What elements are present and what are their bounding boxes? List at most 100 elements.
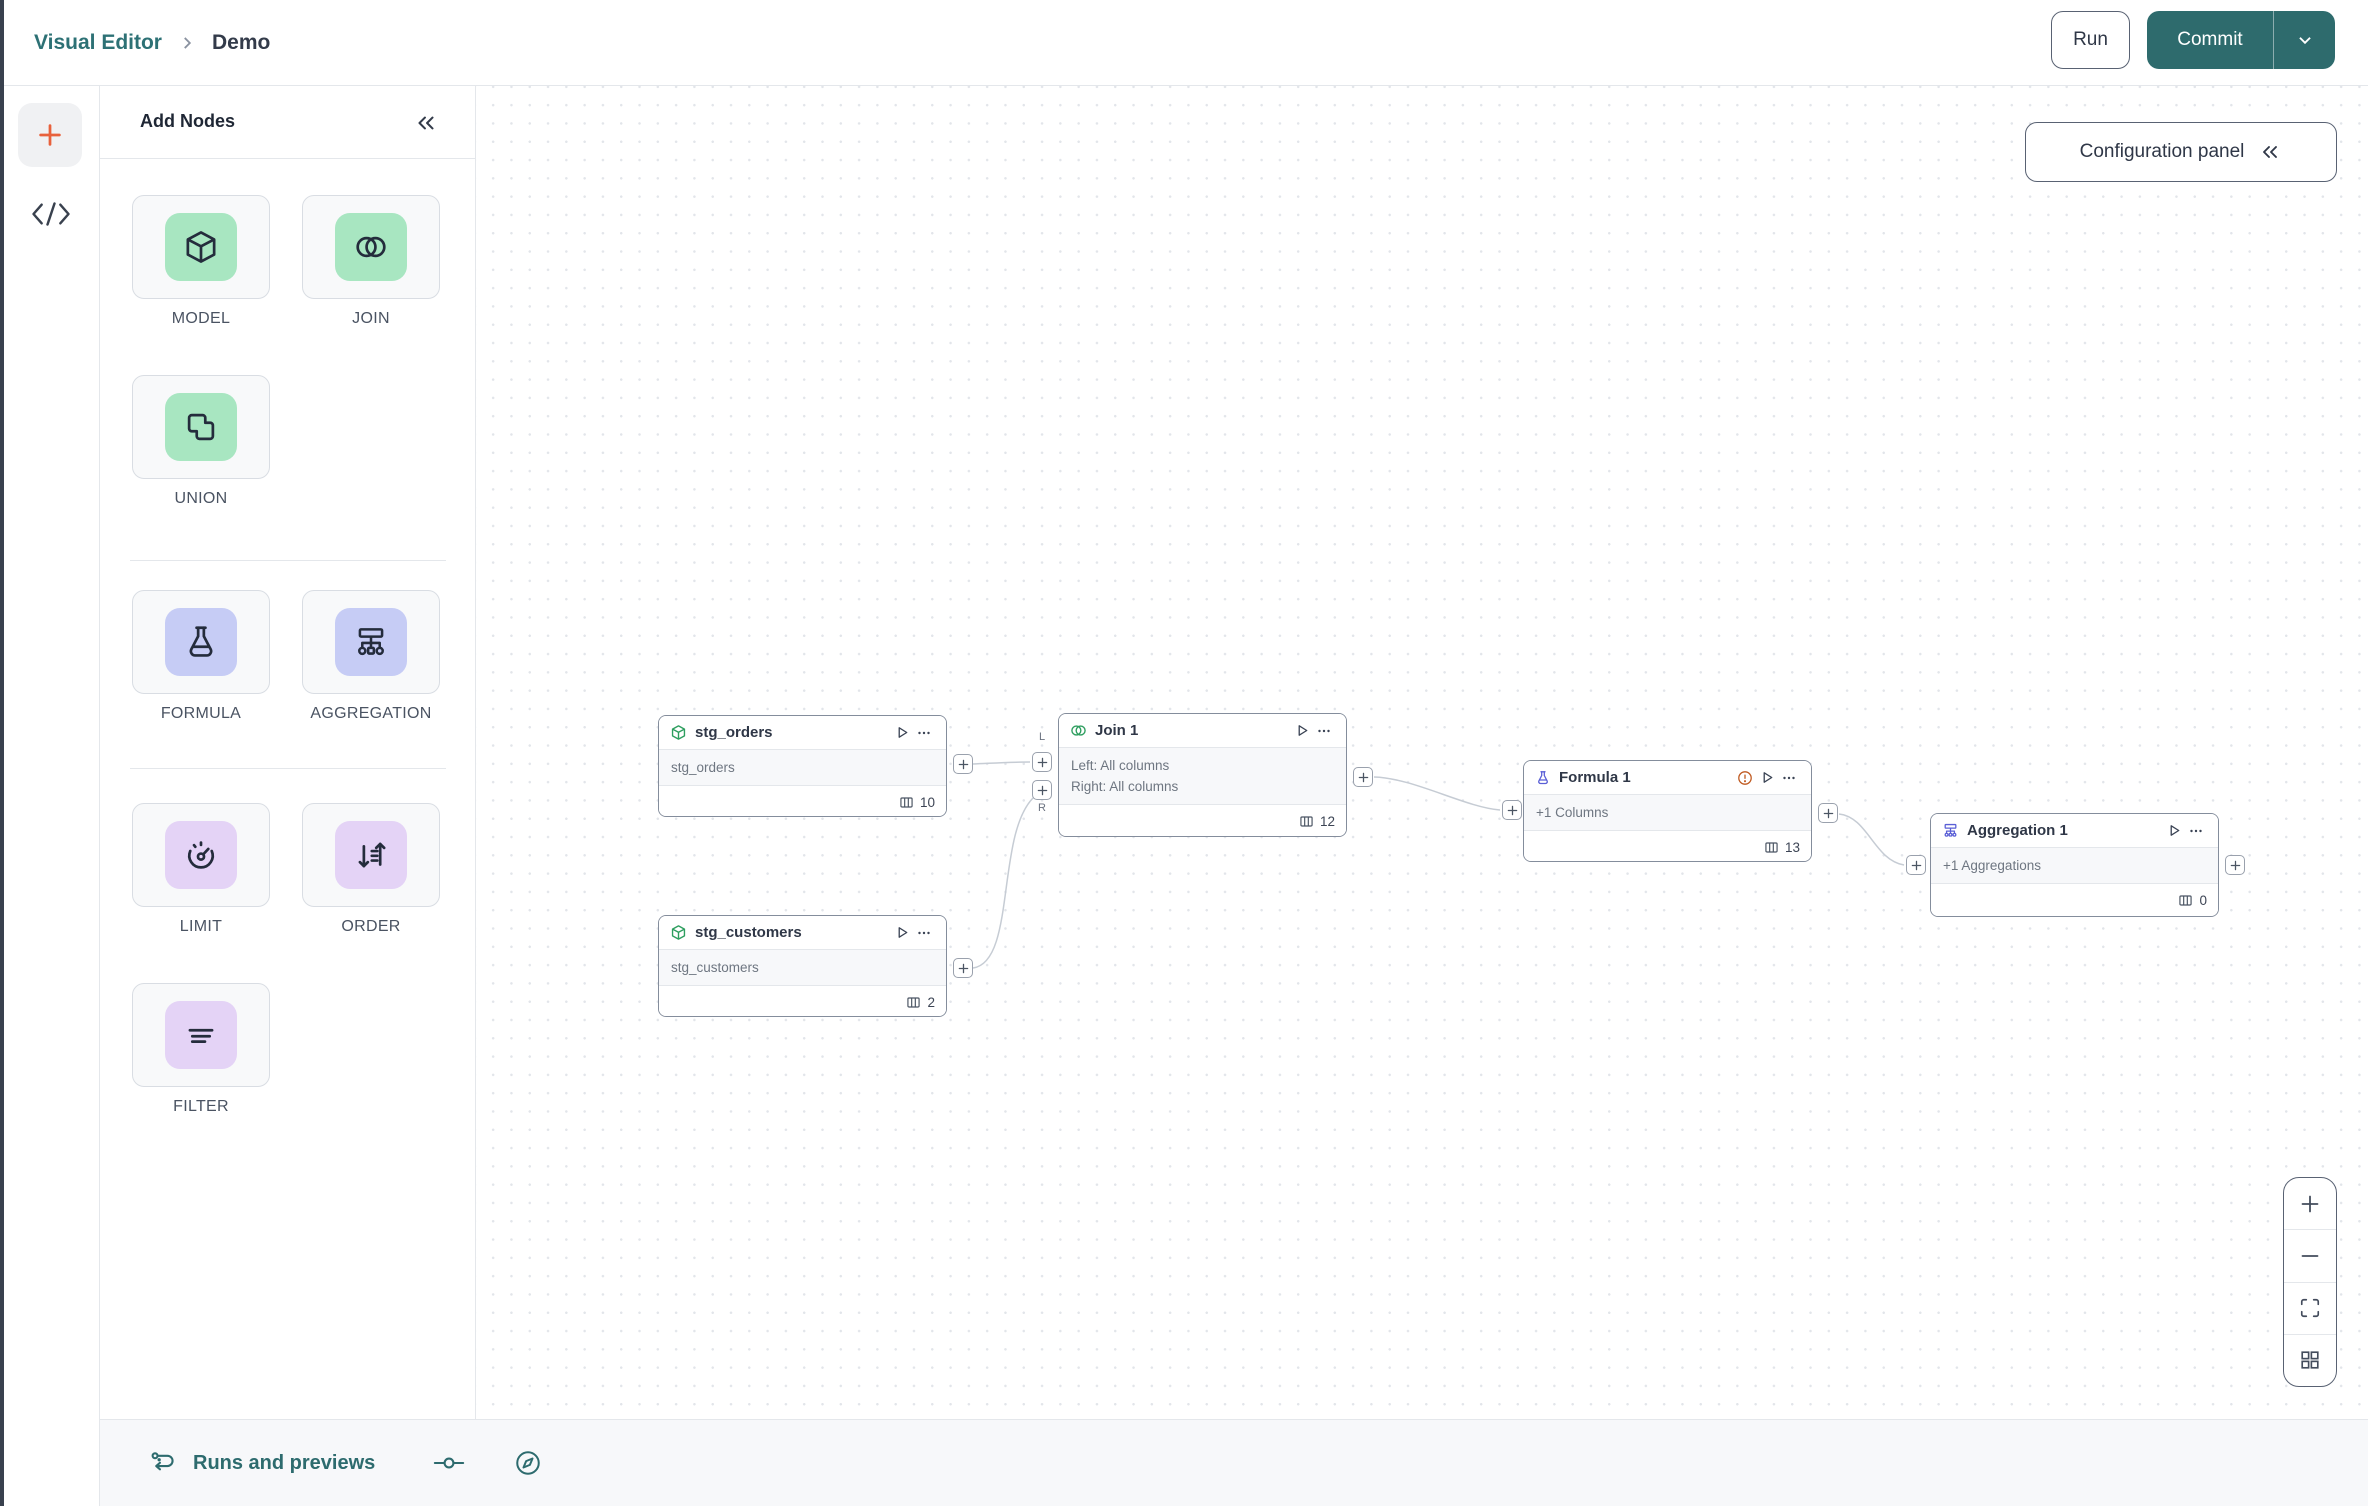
node-tile-limit[interactable]: LIMIT: [112, 803, 290, 936]
commit-split-button: Commit: [2147, 11, 2335, 69]
stg-orders-output-plus-button[interactable]: [953, 754, 973, 774]
plus-icon: [2298, 1192, 2322, 1216]
node-run-button[interactable]: [891, 722, 913, 744]
tile-label: MODEL: [171, 310, 231, 327]
pipeline-canvas[interactable]: Configuration panel stg_orders stg_order…: [476, 86, 2368, 1419]
runs-and-previews-label: Runs and previews: [193, 1451, 376, 1474]
add-nodes-panel: Add Nodes MODEL JOIN UNION FORMULA AGGRE…: [100, 86, 476, 1419]
column-count: 13: [1784, 839, 1800, 855]
zoom-out-button[interactable]: [2284, 1229, 2336, 1281]
visual-editor-app: Visual Editor Demo Run Commit Add Nodes …: [0, 0, 2368, 1506]
join-right-input-plus-button[interactable]: [1032, 780, 1052, 800]
aggregation-input-plus-button[interactable]: [1906, 855, 1926, 875]
hierarchy-icon: [335, 608, 407, 676]
git-commit-icon: [433, 1454, 465, 1472]
node-body-line: Left: All columns: [1071, 758, 1170, 773]
columns-icon: [1764, 840, 1779, 855]
sort-arrows-icon: [335, 821, 407, 889]
node-tile-model[interactable]: MODEL: [112, 195, 290, 328]
compass-icon-button[interactable]: [513, 1448, 543, 1478]
canvas-zoom-controls: [2283, 1177, 2337, 1387]
join-left-input-plus-button[interactable]: [1032, 752, 1052, 772]
flask-icon: [1535, 770, 1551, 786]
flask-icon: [165, 608, 237, 676]
topbar-actions: Run Commit: [2051, 11, 2335, 69]
code-view-rail-button[interactable]: [30, 198, 72, 230]
panel-divider: [130, 560, 446, 561]
tile-label: UNION: [174, 490, 228, 507]
auto-layout-button[interactable]: [2284, 1333, 2336, 1386]
node-menu-button[interactable]: [1778, 767, 1800, 789]
fullscreen-icon: [2299, 1297, 2321, 1319]
node-run-button[interactable]: [1291, 720, 1313, 742]
git-commit-icon-button[interactable]: [433, 1454, 465, 1472]
chevrons-left-icon: [413, 110, 439, 136]
union-squares-icon: [165, 393, 237, 461]
node-header: Formula 1: [1524, 761, 1811, 795]
top-header: Visual Editor Demo Run Commit: [4, 0, 2368, 86]
node-aggregation-1[interactable]: Aggregation 1 +1 Aggregations 0: [1930, 813, 2219, 917]
node-body-line: stg_orders: [671, 760, 735, 775]
node-body: stg_customers: [659, 950, 946, 986]
bottom-bar: Runs and previews: [100, 1419, 2368, 1506]
node-tile-formula[interactable]: FORMULA: [112, 590, 290, 723]
node-menu-button[interactable]: [2185, 820, 2207, 842]
runs-and-previews-tab[interactable]: Runs and previews: [148, 1449, 375, 1477]
node-tile-order[interactable]: ORDER: [282, 803, 460, 936]
run-button[interactable]: Run: [2051, 11, 2130, 69]
pipeline-run-icon: [148, 1449, 178, 1477]
node-body-line: Right: All columns: [1071, 779, 1179, 794]
column-count: 10: [919, 794, 935, 810]
node-body: Left: All columns Right: All columns: [1059, 748, 1346, 805]
node-run-button[interactable]: [2163, 820, 2185, 842]
add-nodes-title: Add Nodes: [140, 111, 236, 131]
node-menu-button[interactable]: [913, 722, 935, 744]
filter-lines-icon: [165, 1001, 237, 1069]
panel-collapse-button[interactable]: [411, 108, 441, 138]
node-tile-join[interactable]: JOIN: [282, 195, 460, 328]
node-join-1[interactable]: Join 1 Left: All columns Right: All colu…: [1058, 713, 1347, 837]
breadcrumb: Visual Editor Demo: [34, 31, 270, 55]
node-run-button[interactable]: [1756, 767, 1778, 789]
node-menu-button[interactable]: [913, 922, 935, 944]
fit-view-button[interactable]: [2284, 1281, 2336, 1334]
node-header: stg_orders: [659, 716, 946, 750]
node-tile-aggregation[interactable]: AGGREGATION: [282, 590, 460, 723]
node-title: stg_orders: [695, 724, 773, 741]
node-body: +1 Aggregations: [1931, 848, 2218, 884]
stg-customers-output-plus-button[interactable]: [953, 958, 973, 978]
node-run-button[interactable]: [891, 922, 913, 944]
plus-icon: [35, 120, 65, 150]
commit-button[interactable]: Commit: [2147, 11, 2273, 69]
node-tile-union[interactable]: UNION: [112, 375, 290, 508]
breadcrumb-visual-editor[interactable]: Visual Editor: [34, 31, 162, 55]
aggregation-output-plus-button[interactable]: [2225, 855, 2245, 875]
node-stg-orders[interactable]: stg_orders stg_orders 10: [658, 715, 947, 817]
tile-label: JOIN: [352, 310, 390, 327]
cube-icon: [165, 213, 237, 281]
panel-divider: [130, 768, 446, 769]
node-menu-button[interactable]: [1313, 720, 1335, 742]
compass-icon: [513, 1448, 543, 1478]
add-node-rail-button[interactable]: [18, 103, 82, 167]
node-body-line: +1 Columns: [1536, 805, 1609, 820]
code-icon: [30, 199, 72, 229]
chevron-right-icon: [178, 34, 196, 52]
join-output-plus-button[interactable]: [1353, 767, 1373, 787]
node-stg-customers[interactable]: stg_customers stg_customers 2: [658, 915, 947, 1017]
chevrons-left-icon: [2258, 140, 2282, 164]
commit-dropdown-button[interactable]: [2273, 11, 2335, 69]
formula-output-plus-button[interactable]: [1818, 803, 1838, 823]
formula-input-plus-button[interactable]: [1502, 800, 1522, 820]
node-body-line: +1 Aggregations: [1943, 858, 2041, 873]
columns-icon: [899, 795, 914, 810]
node-body-line: stg_customers: [671, 960, 759, 975]
node-title: Aggregation 1: [1967, 822, 2068, 839]
configuration-panel-label: Configuration panel: [2079, 141, 2245, 162]
configuration-panel-button[interactable]: Configuration panel: [2025, 122, 2337, 182]
node-tile-filter[interactable]: FILTER: [112, 983, 290, 1116]
zoom-in-button[interactable]: [2284, 1178, 2336, 1229]
node-formula-1[interactable]: Formula 1 +1 Columns 13: [1523, 760, 1812, 862]
tile-label: LIMIT: [179, 918, 223, 935]
node-header: stg_customers: [659, 916, 946, 950]
